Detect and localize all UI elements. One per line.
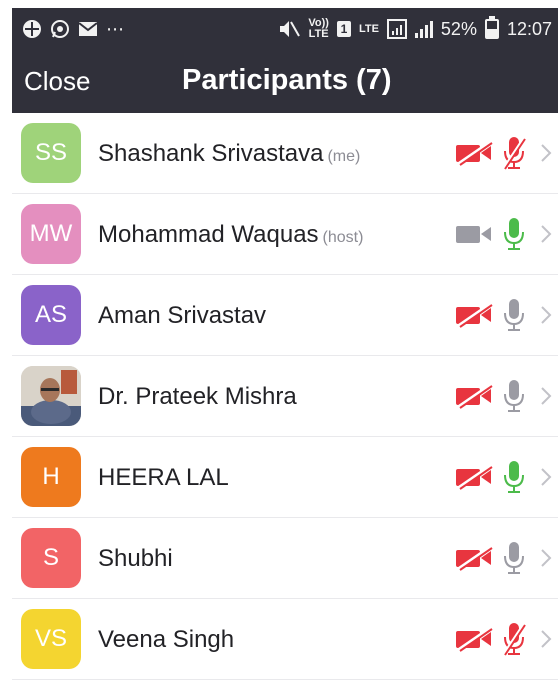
- video-camera-icon[interactable]: [454, 221, 494, 247]
- battery-icon: [484, 16, 499, 39]
- mute-icon: [280, 21, 301, 37]
- header-bar: ⋯ Vo)) LTE 1 LTE 52% 12:07 Close Partici…: [12, 8, 558, 113]
- participant-row[interactable]: VS Veena Singh: [12, 599, 558, 680]
- participant-controls: [454, 295, 552, 335]
- participant-row[interactable]: SS Shashank Srivastava (me): [12, 113, 558, 194]
- participant-name: Veena Singh: [98, 626, 235, 653]
- participant-controls: [454, 619, 552, 659]
- mic-active-icon[interactable]: [502, 460, 526, 494]
- participant-avatar: SS: [21, 123, 81, 183]
- participant-photo: [21, 366, 81, 426]
- mic-muted-icon[interactable]: [502, 622, 526, 656]
- chevron-right-icon[interactable]: [540, 305, 552, 325]
- mic-muted-icon[interactable]: [502, 136, 526, 170]
- mic-icon[interactable]: [502, 379, 526, 413]
- sim-badge: 1: [336, 21, 351, 37]
- participant-row[interactable]: S Shubhi: [12, 518, 558, 599]
- participant-name-group: Shashank Srivastava (me): [98, 140, 360, 168]
- participant-avatar: [21, 366, 81, 426]
- chevron-right-icon[interactable]: [540, 224, 552, 244]
- clock: 12:07: [506, 19, 552, 39]
- close-button[interactable]: Close: [24, 66, 90, 97]
- status-system: Vo)) LTE 1 LTE 52% 12:07: [278, 16, 552, 40]
- participant-controls: [454, 376, 552, 416]
- chevron-right-icon[interactable]: [540, 386, 552, 406]
- participant-row[interactable]: AS Aman Srivastav: [12, 275, 558, 356]
- participant-role-tag: (me): [327, 148, 361, 165]
- participant-name: Dr. Prateek Mishra: [98, 383, 297, 410]
- participant-avatar: MW: [21, 204, 81, 264]
- participant-name-group: HEERA LAL: [98, 464, 229, 492]
- participant-row[interactable]: MW Mohammad Waquas (host): [12, 194, 558, 275]
- volte-indicator: Vo)) LTE: [308, 18, 329, 40]
- whatsapp-icon: [51, 20, 69, 38]
- avatar-initials: S: [42, 544, 59, 571]
- participant-name-group: Aman Srivastav: [98, 302, 266, 330]
- lte-label: LTE: [358, 22, 379, 35]
- chevron-right-icon[interactable]: [540, 467, 552, 487]
- battery-percent: 52%: [440, 19, 477, 39]
- participant-controls: [454, 214, 552, 254]
- participant-avatar: S: [21, 528, 81, 588]
- video-off-icon[interactable]: [454, 140, 494, 166]
- participant-controls: [454, 538, 552, 578]
- app-grid-icon: [23, 20, 41, 38]
- video-off-icon[interactable]: [454, 302, 494, 328]
- participant-name-group: Veena Singh: [98, 626, 234, 654]
- participant-row[interactable]: Dr. Prateek Mishra: [12, 356, 558, 437]
- participant-controls: [454, 457, 552, 497]
- volte-lte-label: LTE: [308, 28, 329, 40]
- video-off-icon[interactable]: [454, 464, 494, 490]
- participant-name-group: Shubhi: [98, 545, 173, 573]
- participant-name: Aman Srivastav: [98, 302, 267, 329]
- participant-role-tag: (host): [322, 229, 364, 246]
- participant-controls: [454, 133, 552, 173]
- title-row: Close Participants (7): [12, 52, 558, 113]
- participant-avatar: H: [21, 447, 81, 507]
- mic-active-icon[interactable]: [502, 217, 526, 251]
- participant-row[interactable]: H HEERA LAL: [12, 437, 558, 518]
- mic-icon[interactable]: [502, 541, 526, 575]
- chevron-right-icon[interactable]: [540, 548, 552, 568]
- avatar-initials: AS: [34, 301, 67, 328]
- avatar-initials: SS: [34, 139, 67, 166]
- mic-icon[interactable]: [502, 298, 526, 332]
- status-notifications: ⋯: [22, 18, 124, 40]
- participant-name: Mohammad Waquas: [98, 221, 319, 248]
- participant-avatar: VS: [21, 609, 81, 669]
- participant-name-group: Mohammad Waquas (host): [98, 221, 363, 249]
- avatar-initials: H: [42, 463, 60, 490]
- participant-list: SS Shashank Srivastava (me) MW Mohammad Waqu…: [12, 113, 558, 680]
- avatar-initials: MW: [29, 220, 73, 247]
- page-title: Participants (7): [182, 64, 392, 96]
- mail-icon: [78, 22, 98, 36]
- participant-name: HEERA LAL: [98, 464, 229, 491]
- participant-avatar: AS: [21, 285, 81, 345]
- signal-strength-icon: [414, 20, 433, 38]
- chevron-right-icon[interactable]: [540, 629, 552, 649]
- participant-name: Shubhi: [98, 545, 173, 572]
- video-off-icon[interactable]: [454, 626, 494, 652]
- participant-name: Shashank Srivastava: [98, 140, 324, 167]
- avatar-initials: VS: [34, 625, 67, 652]
- status-bar: ⋯ Vo)) LTE 1 LTE 52% 12:07: [12, 8, 558, 52]
- participant-name-group: Dr. Prateek Mishra: [98, 383, 297, 411]
- video-off-icon[interactable]: [454, 383, 494, 409]
- signal-box-icon: [386, 19, 407, 39]
- more-notifications-icon: ⋯: [106, 19, 124, 39]
- chevron-right-icon[interactable]: [540, 143, 552, 163]
- video-off-icon[interactable]: [454, 545, 494, 571]
